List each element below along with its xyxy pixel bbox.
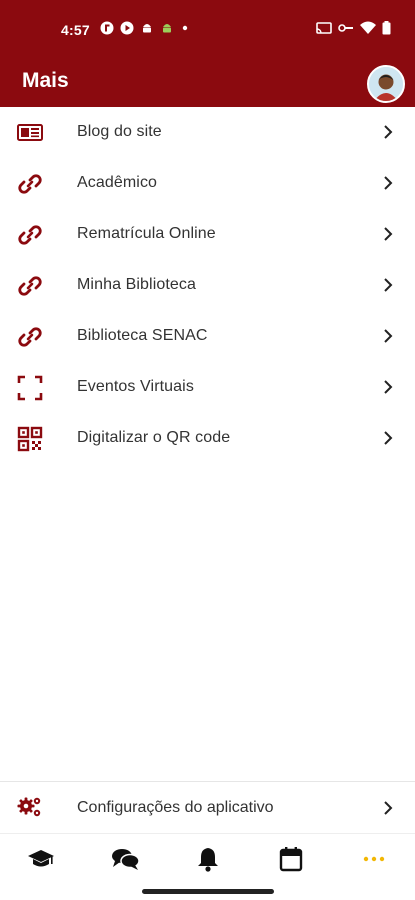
bell-icon — [198, 848, 218, 872]
bottom-navigation — [0, 833, 415, 884]
menu-item-biblioteca-senac[interactable]: Biblioteca SENAC — [0, 311, 415, 362]
graduation-cap-icon — [28, 850, 54, 867]
menu-item-label: Digitalizar o QR code — [77, 429, 231, 446]
link-icon — [18, 225, 42, 245]
menu-item-academico[interactable]: Acadêmico — [0, 158, 415, 209]
qr-code-icon — [17, 426, 43, 452]
status-time: 4:57 — [61, 22, 90, 38]
nav-more[interactable] — [357, 844, 391, 874]
status-notification-icons — [100, 21, 190, 35]
key-icon — [338, 24, 353, 32]
menu-item-blog[interactable]: Blog do site — [0, 107, 415, 158]
menu-item-label: Minha Biblioteca — [77, 276, 196, 293]
scan-frame-icon — [17, 375, 43, 401]
avatar[interactable] — [367, 65, 405, 103]
dot-icon — [182, 25, 188, 31]
user-avatar-icon — [369, 67, 403, 101]
android-icon — [143, 24, 151, 33]
menu-item-eventos-virtuais[interactable]: Eventos Virtuais — [0, 362, 415, 413]
nav-academic[interactable] — [24, 844, 58, 874]
nav-messages[interactable] — [108, 844, 142, 874]
chevron-right-icon — [384, 227, 393, 241]
home-indicator-area — [0, 883, 415, 900]
android-icon — [163, 24, 171, 33]
app-bar: Mais — [0, 60, 415, 107]
menu-item-qr-code[interactable]: Digitalizar o QR code — [0, 413, 415, 464]
chat-bubbles-icon — [112, 849, 140, 870]
menu-list: Blog do site Acadêmico Rematrícula Onlin… — [0, 107, 415, 464]
nav-calendar[interactable] — [274, 844, 308, 874]
gears-icon — [17, 797, 41, 817]
chevron-right-icon — [384, 329, 393, 343]
status-bar: 4:57 — [0, 0, 415, 60]
play-icon — [120, 21, 134, 35]
home-indicator[interactable] — [142, 889, 274, 894]
settings-label: Configurações do aplicativo — [77, 799, 274, 816]
chevron-right-icon — [384, 176, 393, 190]
cast-icon — [316, 22, 332, 34]
more-dots-icon — [363, 856, 385, 862]
link-icon — [18, 174, 42, 194]
link-icon — [18, 327, 42, 347]
menu-item-settings[interactable]: Configurações do aplicativo — [0, 782, 415, 833]
chevron-right-icon — [384, 801, 393, 815]
chevron-right-icon — [384, 125, 393, 139]
menu-item-label: Acadêmico — [77, 174, 158, 191]
menu-item-label: Blog do site — [77, 123, 162, 140]
link-icon — [18, 276, 42, 296]
menu-item-label: Eventos Virtuais — [77, 378, 194, 395]
page-title: Mais — [22, 69, 69, 92]
newspaper-icon — [17, 124, 43, 141]
chevron-right-icon — [384, 380, 393, 394]
nav-notifications[interactable] — [191, 844, 225, 874]
app-notification-icon — [100, 21, 114, 35]
chevron-right-icon — [384, 278, 393, 292]
status-system-icons — [316, 21, 391, 35]
chevron-right-icon — [384, 431, 393, 445]
menu-item-rematricula[interactable]: Rematrícula Online — [0, 209, 415, 260]
menu-item-label: Rematrícula Online — [77, 225, 216, 242]
menu-item-minha-biblioteca[interactable]: Minha Biblioteca — [0, 260, 415, 311]
battery-icon — [382, 21, 391, 35]
menu-item-label: Biblioteca SENAC — [77, 327, 208, 344]
calendar-icon — [279, 847, 303, 872]
wifi-icon — [360, 21, 376, 34]
